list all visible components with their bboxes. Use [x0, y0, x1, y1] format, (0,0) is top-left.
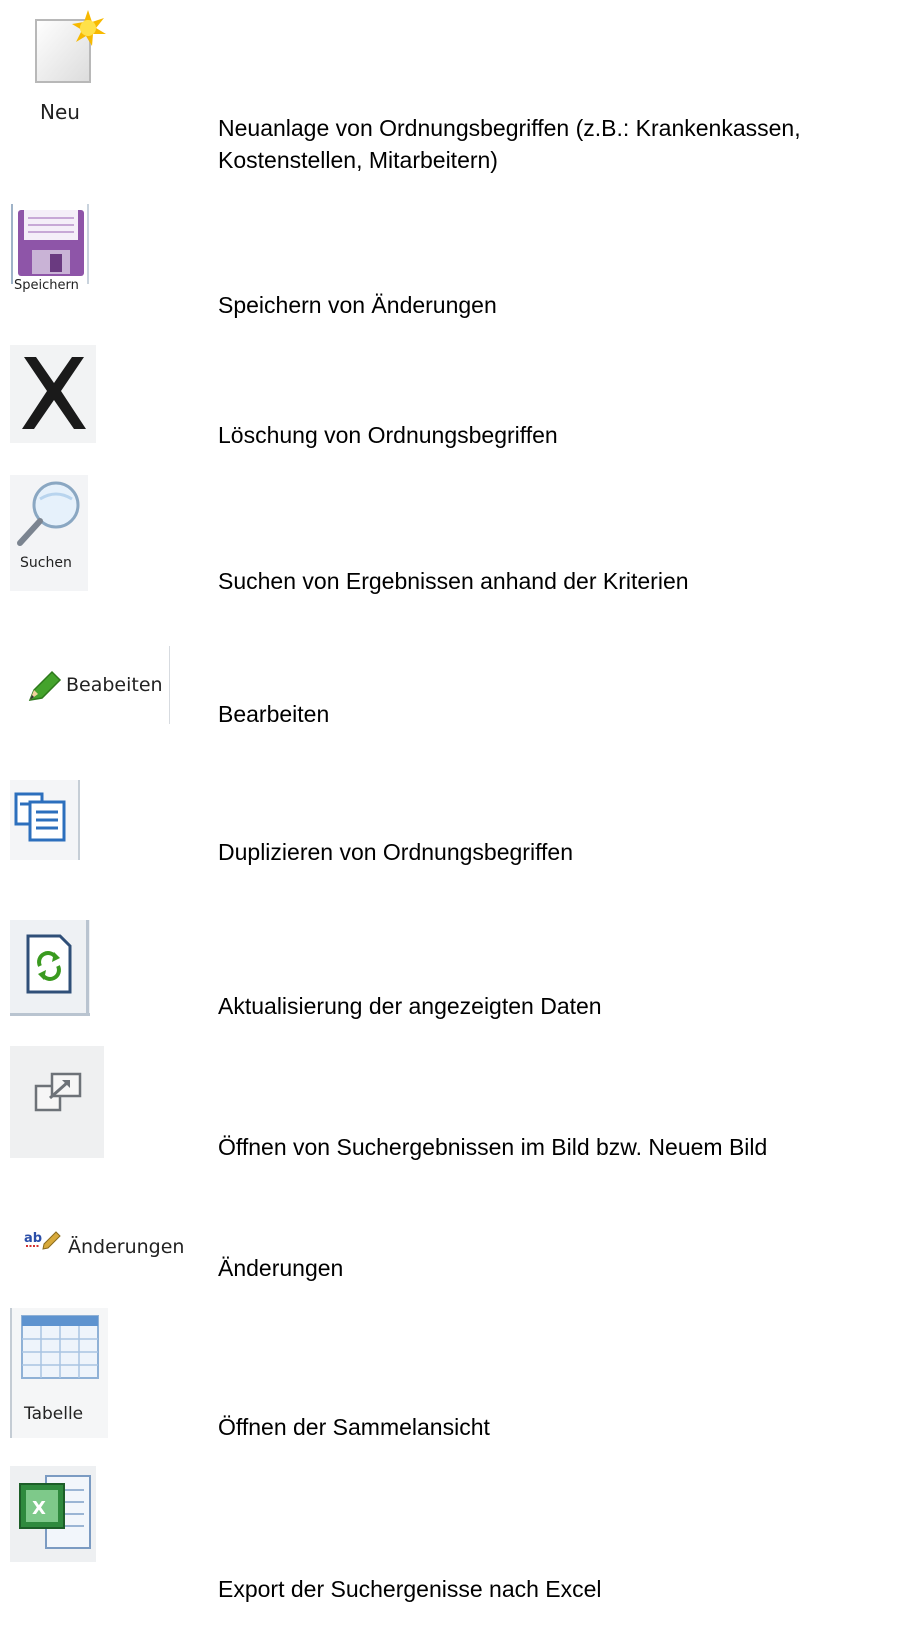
changes-button[interactable]: ab Änderungen	[24, 1226, 194, 1270]
refresh-button[interactable]	[10, 920, 90, 1016]
new-description: Neuanlage von Ordnungsbegriffen (z.B.: K…	[218, 115, 801, 173]
spellcheck-ab-icon: ab	[24, 1231, 61, 1250]
duplicate-button[interactable]	[10, 780, 80, 860]
svg-text:X: X	[32, 1498, 46, 1519]
new-document-icon	[35, 10, 106, 83]
search-label: Suchen	[20, 555, 72, 571]
open-window-icon	[10, 1046, 104, 1158]
excel-export-button[interactable]: X	[10, 1466, 96, 1562]
table-description: Öffnen der Sammelansicht	[218, 1414, 490, 1440]
save-label: Speichern	[14, 278, 79, 293]
save-button[interactable]: Speichern	[10, 204, 90, 314]
pencil-icon	[28, 670, 62, 701]
new-label: Neu	[40, 100, 80, 124]
floppy-disk-icon	[11, 204, 89, 284]
duplicate-icon	[10, 780, 80, 860]
delete-x-icon	[10, 345, 96, 443]
new-button[interactable]: Neu	[28, 8, 108, 124]
open-button[interactable]	[10, 1046, 104, 1158]
delete-button[interactable]	[10, 345, 96, 443]
edit-label: Beabeiten	[66, 674, 163, 696]
delete-description: Löschung von Ordnungsbegriffen	[218, 422, 558, 448]
refresh-document-icon	[10, 920, 90, 1016]
svg-text:ab: ab	[24, 1231, 42, 1246]
save-description: Speichern von Änderungen	[218, 292, 497, 318]
table-label: Tabelle	[24, 1404, 84, 1424]
search-description: Suchen von Ergebnissen anhand der Kriter…	[218, 568, 689, 594]
excel-export-description: Export der Suchergenisse nach Excel	[218, 1576, 602, 1602]
open-description: Öffnen von Suchergebnissen im Bild bzw. …	[218, 1134, 768, 1160]
magnifier-icon	[10, 475, 88, 591]
table-button[interactable]: Tabelle	[10, 1308, 108, 1438]
edit-button[interactable]: Beabeiten	[24, 646, 174, 724]
toolbar-separator	[169, 646, 170, 724]
changes-description: Änderungen	[218, 1255, 344, 1281]
changes-label: Änderungen	[68, 1236, 185, 1258]
refresh-description: Aktualisierung der angezeigten Daten	[218, 993, 602, 1019]
search-button[interactable]: Suchen	[10, 475, 88, 591]
excel-export-icon: X	[10, 1466, 96, 1562]
edit-description: Bearbeiten	[218, 701, 330, 727]
duplicate-description: Duplizieren von Ordnungsbegriffen	[218, 839, 574, 865]
